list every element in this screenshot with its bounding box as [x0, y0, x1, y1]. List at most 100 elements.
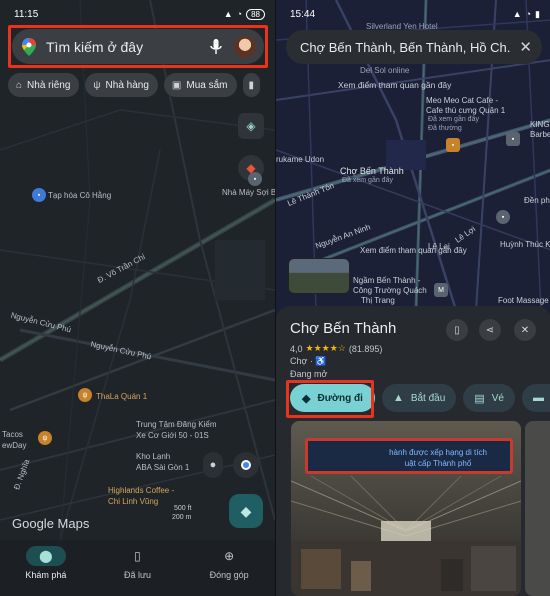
map-label: ewDay: [2, 441, 27, 450]
hotels-button[interactable]: ▬: [521, 384, 550, 412]
poi-pin[interactable]: ▪: [496, 210, 510, 224]
search-input[interactable]: Tìm kiếm ở đây: [46, 39, 210, 55]
map-label: Đã xem gần đây: [428, 116, 479, 123]
street-view-button[interactable]: ●: [203, 452, 223, 478]
status-time: 15:44: [290, 8, 316, 20]
left-screen: 11:15 ▲ ◔ 88 Tìm kiếm ở đây ⌂ Nhà riêng: [0, 0, 275, 596]
chip-restaurant[interactable]: ψ Nhà hàng: [85, 73, 158, 97]
place-photo-secondary[interactable]: [525, 421, 550, 596]
map-label: Highlands Coffee -: [108, 486, 175, 495]
battery-indicator: 88: [246, 8, 265, 20]
cafe-icon: ▪: [451, 141, 455, 149]
pegman-icon: ●: [209, 459, 217, 471]
bookmark-icon: ▯: [454, 324, 460, 336]
status-bar: 11:15 ▲ ◔ 88: [14, 6, 265, 22]
search-bar[interactable]: Chợ Bến Thành, Bến Thành, Hồ Ch... ✕: [286, 30, 542, 64]
button-label: Đường đi: [317, 392, 363, 404]
close-icon[interactable]: ✕: [519, 38, 532, 56]
shopping-icon: ▣: [171, 79, 182, 91]
map-label: Thị Trang: [361, 296, 395, 305]
chip-home[interactable]: ⌂ Nhà riêng: [8, 73, 80, 97]
restaurant-icon: ψ: [42, 434, 48, 442]
map-label: Xem điểm tham quan gần đây: [338, 80, 452, 90]
layers-button[interactable]: ◈: [238, 113, 264, 139]
poi-pin-factory[interactable]: ▪: [248, 172, 262, 186]
wifi-icon: ◔: [525, 9, 532, 19]
restaurant-icon: ψ: [93, 79, 101, 91]
bed-icon: ▬: [532, 392, 544, 404]
map-label-market: Chợ Bến Thành: [340, 166, 404, 176]
map-label: Silverland Yen Hotel: [366, 22, 438, 31]
poi-pin-grocery[interactable]: ▪: [32, 188, 46, 202]
search-bar[interactable]: Tìm kiếm ở đây: [12, 29, 264, 64]
button-label: Bắt đầu: [410, 392, 446, 404]
directions-fab[interactable]: ◆: [229, 494, 263, 528]
tickets-button[interactable]: ▤ Vé: [463, 384, 515, 412]
save-button[interactable]: ▯: [446, 319, 468, 341]
place-photo[interactable]: hành được xếp hạng di tích uật cấp Thành…: [291, 421, 521, 596]
tab-explore[interactable]: ⬤ Khám phá: [6, 546, 86, 580]
poi-pin-cafe[interactable]: ▪: [446, 138, 460, 152]
layers-icon: ◈: [246, 119, 256, 133]
home-icon: ⌂: [16, 79, 23, 91]
share-button[interactable]: ⋖: [479, 319, 501, 341]
place-category: Chợ · ♿: [290, 356, 327, 367]
tab-contribute[interactable]: ⊕ Đóng góp: [189, 546, 269, 580]
restaurant-icon: ψ: [82, 391, 88, 399]
ticket-icon: ▤: [474, 392, 485, 405]
map-label: ABA Sài Gòn 1: [136, 463, 190, 472]
close-button[interactable]: ✕: [514, 319, 536, 341]
status-icons: ▲ ◔ ▮: [513, 9, 540, 20]
wheelchair-icon: ♿: [315, 356, 327, 366]
close-icon: ✕: [520, 324, 530, 336]
chip-shopping[interactable]: ▣ Mua sắm: [163, 73, 237, 97]
map-label: Meo Meo Cat Cafe -: [426, 96, 499, 105]
search-input[interactable]: Chợ Bến Thành, Bến Thành, Hồ Ch...: [300, 40, 511, 55]
share-icon: ⋖: [485, 324, 495, 336]
review-count[interactable]: (81.895): [349, 344, 383, 354]
directions-button[interactable]: ◆ Đường đi: [290, 384, 375, 412]
start-button[interactable]: ▲ Bắt đầu: [381, 384, 457, 412]
tab-saved[interactable]: ▯ Đã lưu: [97, 546, 177, 580]
metro-icon: M: [438, 286, 444, 294]
bookmark-icon: ▯: [134, 549, 141, 563]
chip-label: Nhà riêng: [27, 79, 71, 91]
metro-pin[interactable]: M: [434, 283, 448, 297]
add-circle-icon: ⊕: [224, 549, 235, 563]
tab-label: Đã lưu: [123, 570, 151, 580]
category-chips: ⌂ Nhà riêng ψ Nhà hàng ▣ Mua sắm ▮: [8, 73, 261, 97]
poi-pin-restaurant[interactable]: ψ: [78, 388, 92, 402]
directions-icon: ◆: [302, 392, 311, 405]
map-scale: 500 ft 200 m: [172, 504, 191, 522]
my-location-button[interactable]: [233, 452, 259, 478]
map-label: Barbe: [530, 130, 550, 139]
status-bar: 15:44 ▲ ◔ ▮: [290, 6, 540, 22]
google-maps-pin-icon: [22, 37, 36, 56]
place-icon: ▪: [501, 213, 505, 221]
chip-label: Mua sắm: [186, 79, 228, 91]
chip-label: Nhà hàng: [105, 79, 149, 91]
map-label: Trung Tâm Đăng Kiểm: [136, 420, 217, 429]
wifi-icon: ◔: [236, 9, 243, 19]
map-label: Tacos: [2, 430, 23, 439]
tab-label: Đóng góp: [209, 570, 249, 580]
photo-sign-banner: hành được xếp hạng di tích uật cấp Thành…: [305, 438, 513, 474]
directions-icon: ◆: [240, 502, 252, 519]
right-screen: 15:44 ▲ ◔ ▮ Chợ Bến Thành, Bến Thành, Hồ…: [275, 0, 550, 596]
avatar[interactable]: [234, 35, 256, 58]
map-label: Đền phúc: [524, 196, 550, 205]
poi-pin-barber[interactable]: ▪: [506, 132, 520, 146]
factory-icon: ▪: [253, 175, 257, 183]
signal-icon: ▲: [512, 9, 522, 19]
category-text: Chợ ·: [290, 356, 313, 366]
map-label: Foot Massage: [498, 296, 549, 305]
bottom-navigation: ⬤ Khám phá ▯ Đã lưu ⊕ Đóng góp: [0, 540, 275, 596]
poi-pin-tacos[interactable]: ψ: [38, 431, 52, 445]
map-label: Chi Linh Vũng: [108, 497, 159, 506]
map-label: Đã xem gần đây: [342, 177, 393, 184]
chip-fuel[interactable]: ▮: [242, 73, 261, 97]
microphone-icon[interactable]: [210, 38, 222, 55]
rating-row: 4,0 ★★★★☆ (81.895): [290, 343, 382, 354]
status-icons: ▲ ◔ 88: [224, 8, 265, 20]
street-view-thumbnail[interactable]: [288, 258, 350, 294]
